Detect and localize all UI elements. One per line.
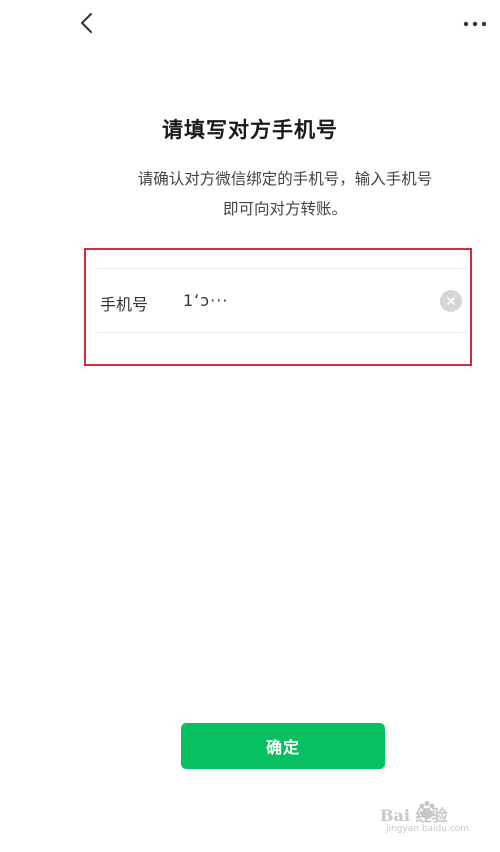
- watermark-url: jingyan.baidu.com: [386, 824, 470, 834]
- subtitle-line-2: 即可向对方转账。: [222, 200, 347, 218]
- back-button[interactable]: [72, 8, 102, 38]
- subtitle-line-1: 请确认对方微信绑定的手机号，输入手机号: [137, 170, 433, 188]
- confirm-button[interactable]: 确定: [181, 723, 385, 769]
- phone-field-label: 手机号: [100, 295, 149, 314]
- more-button[interactable]: [460, 14, 490, 34]
- form-top-divider: [96, 268, 468, 269]
- clear-button[interactable]: [440, 290, 462, 312]
- form-bottom-divider: [96, 332, 468, 333]
- watermark: Bai 经验 jingyan.baidu.com: [380, 800, 480, 840]
- watermark-brand: Bai 经验: [380, 806, 448, 825]
- page-title: 请填写对方手机号: [162, 118, 338, 142]
- page-subtitle: 请确认对方微信绑定的手机号，输入手机号 即可向对方转账。: [100, 164, 470, 224]
- chevron-left-icon: [81, 13, 92, 33]
- clear-icon: [447, 297, 455, 305]
- more-horizontal-icon: [463, 21, 487, 27]
- phone-input[interactable]: 1ʻɔ⋅⋅⋅: [183, 291, 403, 310]
